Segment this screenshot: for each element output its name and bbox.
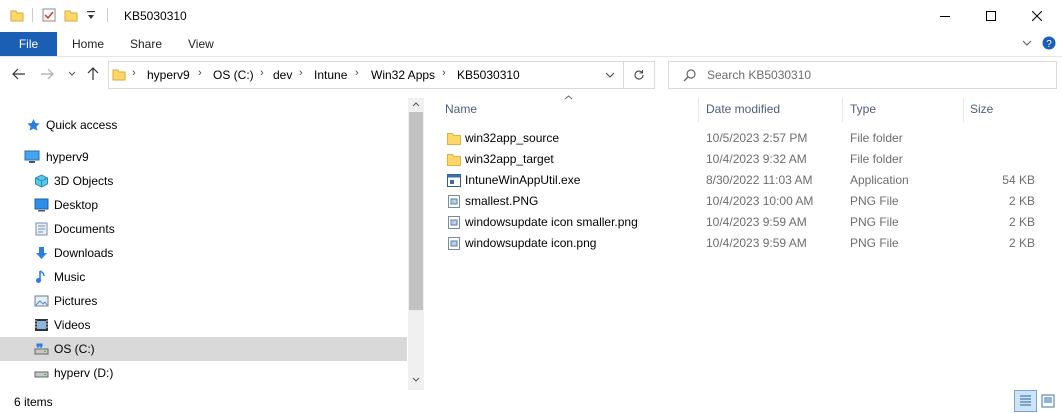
column-header-size[interactable]: Size [970,102,993,122]
search-placeholder[interactable]: Search KB5030310 [707,68,811,82]
documents-icon [34,222,49,236]
item-count: 6 items [14,395,53,409]
tab-file[interactable]: File [0,32,57,56]
navigation-bar: › hyperv9 › OS (C:) › dev › Intune › Win… [0,58,1062,92]
new-folder-icon[interactable] [64,8,78,22]
breadcrumb-separator: › [132,67,136,79]
navigation-pane: Quick access hyperv9 3D Objects Desktop … [0,98,424,390]
ribbon-tabs: File Home Share View ? [0,32,1062,57]
breadcrumb-separator: › [260,67,264,79]
window-title: KB5030310 [124,9,187,23]
breadcrumb-item[interactable]: KB5030310 [457,68,520,82]
address-history-icon[interactable] [605,72,615,78]
expand-ribbon-icon[interactable] [1022,38,1032,48]
file-row[interactable]: IntuneWinAppUtil.exe 8/30/2022 11:03 AM … [441,170,1041,191]
image-file-icon [447,195,461,208]
minimize-button[interactable] [922,0,968,32]
download-icon [34,246,49,260]
image-file-icon [447,216,461,229]
breadcrumb-item[interactable]: Intune [314,68,347,82]
breadcrumb-separator: › [198,67,202,79]
folder-icon [112,67,126,81]
customize-quick-access-icon[interactable] [86,9,96,21]
breadcrumb-item[interactable]: Win32 Apps [371,68,435,82]
scroll-up-icon[interactable] [412,101,420,107]
divider [32,8,33,22]
properties-icon[interactable] [42,8,56,22]
nav-item-downloads[interactable]: Downloads [0,241,407,265]
scroll-down-icon[interactable] [412,377,420,383]
music-icon [34,270,49,284]
desktop-icon [34,198,49,212]
column-header-name[interactable]: Name [445,102,477,122]
large-icons-view-icon [1041,394,1055,408]
star-icon [26,118,41,132]
title-bar: KB5030310 [0,0,1062,32]
videos-icon [34,318,49,332]
folder-icon [447,153,461,166]
image-file-icon [447,237,461,250]
cube-icon [34,174,49,188]
file-row[interactable]: windowsupdate icon smaller.png 10/4/2023… [441,212,1041,233]
search-icon [683,69,696,82]
search-box[interactable]: Search KB5030310 [668,61,1057,89]
refresh-button[interactable] [624,61,655,89]
help-icon[interactable]: ? [1042,36,1056,50]
details-view-button[interactable] [1014,390,1037,412]
folder-icon [447,132,461,145]
tab-home[interactable]: Home [72,32,104,56]
nav-item-quick-access[interactable]: Quick access [0,113,407,137]
scrollbar-thumb[interactable] [409,112,423,310]
column-divider[interactable] [698,98,699,122]
computer-icon [24,150,40,164]
app-icon [447,174,461,187]
breadcrumb-item[interactable]: hyperv9 [147,68,190,82]
maximize-button[interactable] [968,0,1014,32]
sort-ascending-icon [564,95,573,100]
pictures-icon [34,294,49,308]
details-view-icon [1020,395,1031,406]
file-row[interactable]: smallest.PNG 10/4/2023 10:00 AM PNG File… [441,191,1041,212]
nav-item-os-c[interactable]: OS (C:) [0,337,407,361]
refresh-icon [634,70,644,80]
drive-icon [34,342,49,356]
file-row[interactable]: win32app_target 10/4/2023 9:32 AM File f… [441,149,1041,170]
status-bar: 6 items [0,390,1062,413]
large-icons-view-button[interactable] [1039,392,1057,410]
back-icon[interactable] [12,68,26,80]
forward-icon[interactable] [40,68,54,80]
nav-item-hyperv9[interactable]: hyperv9 [0,145,407,169]
nav-item-hyperv-d[interactable]: hyperv (D:) [0,361,407,385]
nav-item-documents[interactable]: Documents [0,217,407,241]
up-icon[interactable] [87,67,99,81]
tab-share[interactable]: Share [130,32,162,56]
divider [107,8,108,22]
svg-text:?: ? [1046,39,1052,50]
recent-locations-icon[interactable] [68,71,76,77]
nav-item-3d-objects[interactable]: 3D Objects [0,169,407,193]
file-row[interactable]: windowsupdate icon.png 10/4/2023 9:59 AM… [441,233,1041,254]
address-bar[interactable]: › hyperv9 › OS (C:) › dev › Intune › Win… [108,61,624,89]
drive-icon [34,366,49,380]
nav-item-desktop[interactable]: Desktop [0,193,407,217]
column-divider[interactable] [842,98,843,122]
breadcrumb-separator: › [355,67,359,79]
column-header-type[interactable]: Type [850,102,876,122]
tab-view[interactable]: View [188,32,214,56]
folder-icon [10,8,24,22]
file-row[interactable]: win32app_source 10/5/2023 2:57 PM File f… [441,128,1041,149]
column-header-date[interactable]: Date modified [706,102,780,122]
nav-item-music[interactable]: Music [0,265,407,289]
nav-item-videos[interactable]: Videos [0,313,407,337]
breadcrumb-item[interactable]: dev [273,68,292,82]
breadcrumb-item[interactable]: OS (C:) [213,68,254,82]
breadcrumb-separator: › [442,67,446,79]
nav-item-pictures[interactable]: Pictures [0,289,407,313]
close-button[interactable] [1014,0,1060,32]
column-divider[interactable] [963,98,964,122]
breadcrumb-separator: › [299,67,303,79]
